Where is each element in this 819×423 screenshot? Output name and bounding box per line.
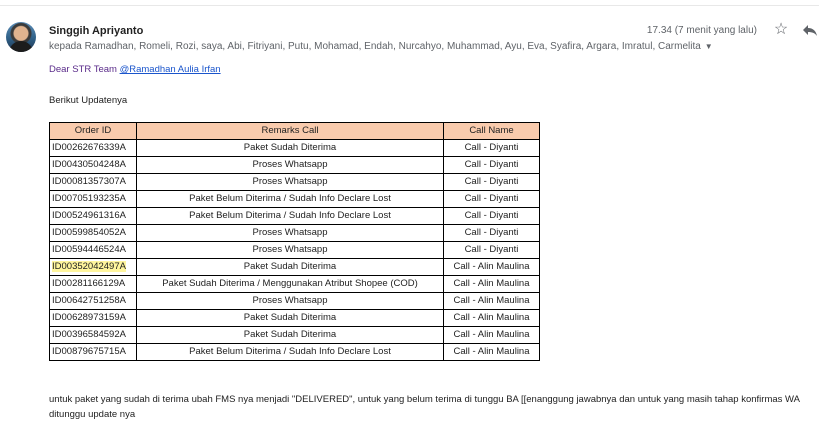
remarks-cell: Paket Sudah Diterima xyxy=(136,139,444,157)
remarks-cell: Paket Belum Diterima / Sudah Info Declar… xyxy=(136,207,444,225)
greeting: Dear STR Team @Ramadhan Aulia Irfan xyxy=(49,64,221,75)
table-row: ID00524961316A Paket Belum Diterima / Sud… xyxy=(49,207,540,225)
remarks-cell: Proses Whatsapp xyxy=(136,241,444,259)
remarks-cell: Proses Whatsapp xyxy=(136,156,444,174)
table-row: ID00879675715A Paket Belum Diterima / Sud… xyxy=(49,343,540,361)
remarks-cell: Paket Sudah Diterima xyxy=(136,258,444,276)
call-name-cell: Call - Alin Maulina xyxy=(443,343,540,361)
recipients-text: kepada Ramadhan, Romeli, Rozi, saya, Abi… xyxy=(49,41,701,52)
call-name-cell: Call - Diyanti xyxy=(443,139,540,157)
call-name-cell: Call - Diyanti xyxy=(443,156,540,174)
remarks-cell: Proses Whatsapp xyxy=(136,224,444,242)
reply-icon[interactable] xyxy=(801,21,819,39)
call-name-cell: Call - Alin Maulina xyxy=(443,258,540,276)
order-id-cell: ID00281166129A xyxy=(49,275,137,293)
table-row: ID00081357307A Proses Whatsapp Call - Diya… xyxy=(49,173,540,191)
greeting-text: Dear STR Team xyxy=(49,64,120,75)
message-time: 17.34 (7 menit yang lalu) xyxy=(646,25,757,36)
order-id-cell: ID00262676339A xyxy=(49,139,137,157)
order-id-cell: ID00396584592A xyxy=(49,326,137,344)
header-order-id: Order ID xyxy=(49,122,137,140)
highlighted-order-id: ID00352042497A xyxy=(52,261,126,272)
call-name-cell: Call - Alin Maulina xyxy=(443,326,540,344)
order-id-cell: ID00594446524A xyxy=(49,241,137,259)
chevron-down-icon[interactable]: ▼ xyxy=(705,42,713,51)
order-id-cell: ID00524961316A xyxy=(49,207,137,225)
table-row: ID00430504248A Proses Whatsapp Call - Diya… xyxy=(49,156,540,174)
sender-name[interactable]: Singgih Apriyanto xyxy=(49,25,143,37)
order-id-cell: ID00879675715A xyxy=(49,343,137,361)
order-id-cell: ID00599854052A xyxy=(49,224,137,242)
table-row: ID00628973159A Paket Sudah Diterima Call -… xyxy=(49,309,540,327)
remarks-cell: Paket Belum Diterima / Sudah Info Declar… xyxy=(136,190,444,208)
order-id-cell: ID00628973159A xyxy=(49,309,137,327)
call-name-cell: Call - Diyanti xyxy=(443,207,540,225)
table-row: ID00281166129A Paket Sudah Diterima / Men… xyxy=(49,275,540,293)
header-remarks-call: Remarks Call xyxy=(136,122,444,140)
table-row: ID00262676339A Paket Sudah Diterima Call -… xyxy=(49,139,540,157)
order-table: Order ID Remarks Call Call Name ID002626… xyxy=(49,122,540,361)
call-name-cell: Call - Diyanti xyxy=(443,190,540,208)
order-id-cell: ID00705193235A xyxy=(49,190,137,208)
header-call-name: Call Name xyxy=(443,122,540,140)
mention-link[interactable]: @Ramadhan Aulia Irfan xyxy=(120,64,221,75)
remarks-cell: Proses Whatsapp xyxy=(136,173,444,191)
table-row: ID00705193235A Paket Belum Diterima / Sud… xyxy=(49,190,540,208)
table-row: ID00396584592A Paket Sudah Diterima Call -… xyxy=(49,326,540,344)
remarks-cell: Proses Whatsapp xyxy=(136,292,444,310)
star-icon[interactable]: ☆ xyxy=(772,21,790,39)
top-divider xyxy=(0,5,819,6)
table-row: ID00352042497A Paket Sudah Diterima Call -… xyxy=(49,258,540,276)
remarks-cell: Paket Belum Diterima / Sudah Info Declar… xyxy=(136,343,444,361)
order-id-cell: ID00430504248A xyxy=(49,156,137,174)
remarks-cell: Paket Sudah Diterima xyxy=(136,326,444,344)
remarks-cell: Paket Sudah Diterima / Menggunakan Atrib… xyxy=(136,275,444,293)
intro-text: Berikut Updatenya xyxy=(49,95,128,106)
avatar[interactable] xyxy=(6,22,36,52)
table-body: ID00262676339A Paket Sudah Diterima Call -… xyxy=(49,139,540,361)
remarks-cell: Paket Sudah Diterima xyxy=(136,309,444,327)
call-name-cell: Call - Diyanti xyxy=(443,173,540,191)
order-id-cell: ID00081357307A xyxy=(49,173,137,191)
call-name-cell: Call - Alin Maulina xyxy=(443,309,540,327)
order-id-cell: ID00642751258A xyxy=(49,292,137,310)
footer-text: untuk paket yang sudah di terima ubah FM… xyxy=(49,394,800,420)
call-name-cell: Call - Alin Maulina xyxy=(443,275,540,293)
table-row: ID00599854052A Proses Whatsapp Call - Diya… xyxy=(49,224,540,242)
recipients-line[interactable]: kepada Ramadhan, Romeli, Rozi, saya, Abi… xyxy=(49,41,713,52)
table-row: ID00594446524A Proses Whatsapp Call - Diya… xyxy=(49,241,540,259)
order-id-cell: ID00352042497A xyxy=(49,258,137,276)
call-name-cell: Call - Diyanti xyxy=(443,224,540,242)
call-name-cell: Call - Diyanti xyxy=(443,241,540,259)
call-name-cell: Call - Alin Maulina xyxy=(443,292,540,310)
table-header-row: Order ID Remarks Call Call Name xyxy=(49,122,540,140)
table-row: ID00642751258A Proses Whatsapp Call - Alin… xyxy=(49,292,540,310)
